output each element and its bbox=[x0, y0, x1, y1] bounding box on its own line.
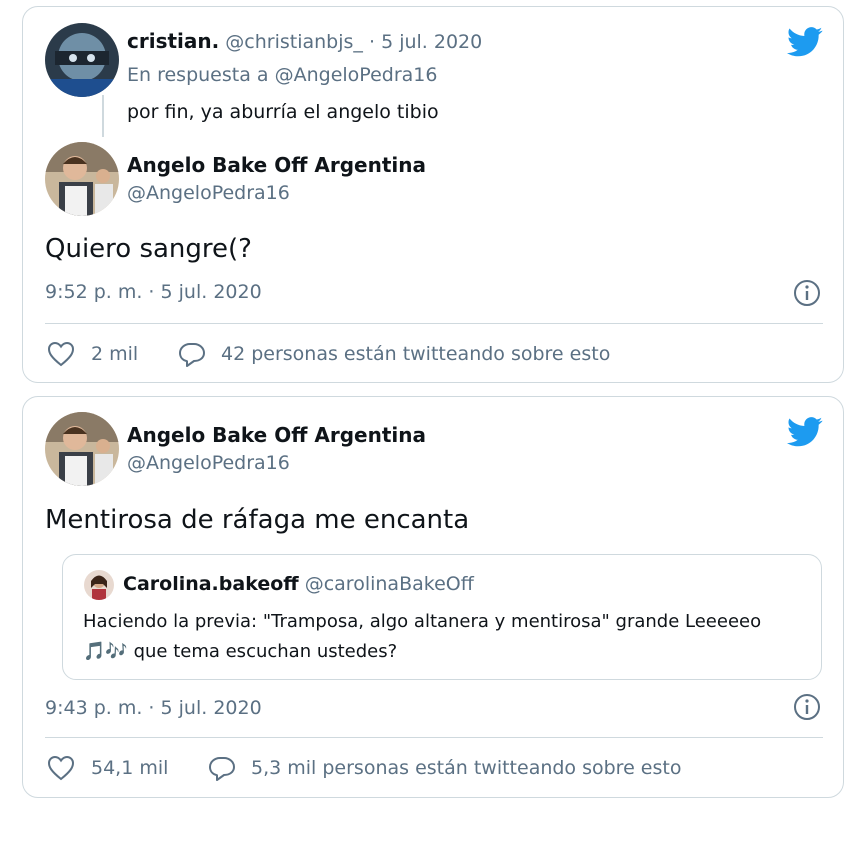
quote-header: Carolina.bakeoff @carolinaBakeOff bbox=[123, 573, 474, 595]
twitter-bird-icon[interactable] bbox=[787, 27, 823, 57]
quote-text-question: que tema escuchan ustedes? bbox=[133, 641, 398, 662]
reply-date[interactable]: 5 jul. 2020 bbox=[381, 31, 482, 53]
main-author-name[interactable]: Angelo Bake Off Argentina bbox=[127, 153, 426, 177]
avatar-cristian[interactable] bbox=[45, 23, 119, 97]
reply-dot-separator: · bbox=[368, 31, 376, 53]
heart-icon[interactable] bbox=[47, 341, 75, 367]
tweet-card-1[interactable]: cristian. @christianbjs_ · 5 jul. 2020 E… bbox=[22, 6, 844, 383]
divider bbox=[45, 323, 823, 324]
quote-text-line-2: 🎵🎶 que tema escuchan ustedes? bbox=[83, 641, 397, 662]
avatar-carolina[interactable] bbox=[84, 570, 114, 600]
timestamp[interactable]: 9:43 p. m. · 5 jul. 2020 bbox=[45, 697, 262, 719]
info-icon[interactable] bbox=[793, 693, 821, 721]
quote-author-handle[interactable]: @carolinaBakeOff bbox=[305, 573, 474, 595]
author-name[interactable]: Angelo Bake Off Argentina bbox=[127, 423, 426, 447]
in-reply-prefix: En respuesta a bbox=[127, 64, 269, 86]
heart-icon[interactable] bbox=[47, 755, 75, 781]
conversation-count[interactable]: 5,3 mil personas están twitteando sobre … bbox=[251, 757, 681, 779]
reply-author-name[interactable]: cristian. bbox=[127, 29, 219, 53]
main-timestamp[interactable]: 9:52 p. m. · 5 jul. 2020 bbox=[45, 281, 262, 303]
main-author-handle[interactable]: @AngeloPedra16 bbox=[127, 182, 290, 204]
in-reply-handle[interactable]: @AngeloPedra16 bbox=[275, 64, 438, 86]
conversation-count[interactable]: 42 personas están twitteando sobre esto bbox=[221, 343, 610, 365]
music-notes-emoji: 🎵🎶 bbox=[83, 641, 128, 662]
comment-bubble-icon[interactable] bbox=[207, 755, 237, 783]
main-tweet-text: Quiero sangre(? bbox=[45, 234, 252, 264]
tweet-card-2[interactable]: Angelo Bake Off Argentina @AngeloPedra16… bbox=[22, 396, 844, 798]
like-count[interactable]: 2 mil bbox=[91, 343, 138, 365]
in-reply-to-line: En respuesta a @AngeloPedra16 bbox=[127, 64, 437, 86]
reply-text: por fin, ya aburría el angelo tibio bbox=[127, 101, 439, 123]
reply-author-handle[interactable]: @christianbjs_ bbox=[225, 31, 363, 53]
author-handle[interactable]: @AngeloPedra16 bbox=[127, 452, 290, 474]
quote-text-line-1: Haciendo la previa: "Tramposa, algo alta… bbox=[83, 611, 762, 632]
tweet-text: Mentirosa de ráfaga me encanta bbox=[45, 505, 470, 535]
avatar-angelo[interactable] bbox=[45, 142, 119, 216]
twitter-bird-icon[interactable] bbox=[787, 417, 823, 447]
quote-author-name[interactable]: Carolina.bakeoff bbox=[123, 573, 299, 595]
quoted-tweet[interactable]: Carolina.bakeoff @carolinaBakeOff Hacien… bbox=[62, 554, 822, 680]
reply-header: cristian. @christianbjs_ · 5 jul. 2020 bbox=[127, 29, 482, 53]
avatar-angelo[interactable] bbox=[45, 412, 119, 486]
info-icon[interactable] bbox=[793, 279, 821, 307]
comment-bubble-icon[interactable] bbox=[177, 341, 207, 369]
thread-connector-line bbox=[102, 95, 104, 137]
divider bbox=[45, 737, 823, 738]
like-count[interactable]: 54,1 mil bbox=[91, 757, 168, 779]
